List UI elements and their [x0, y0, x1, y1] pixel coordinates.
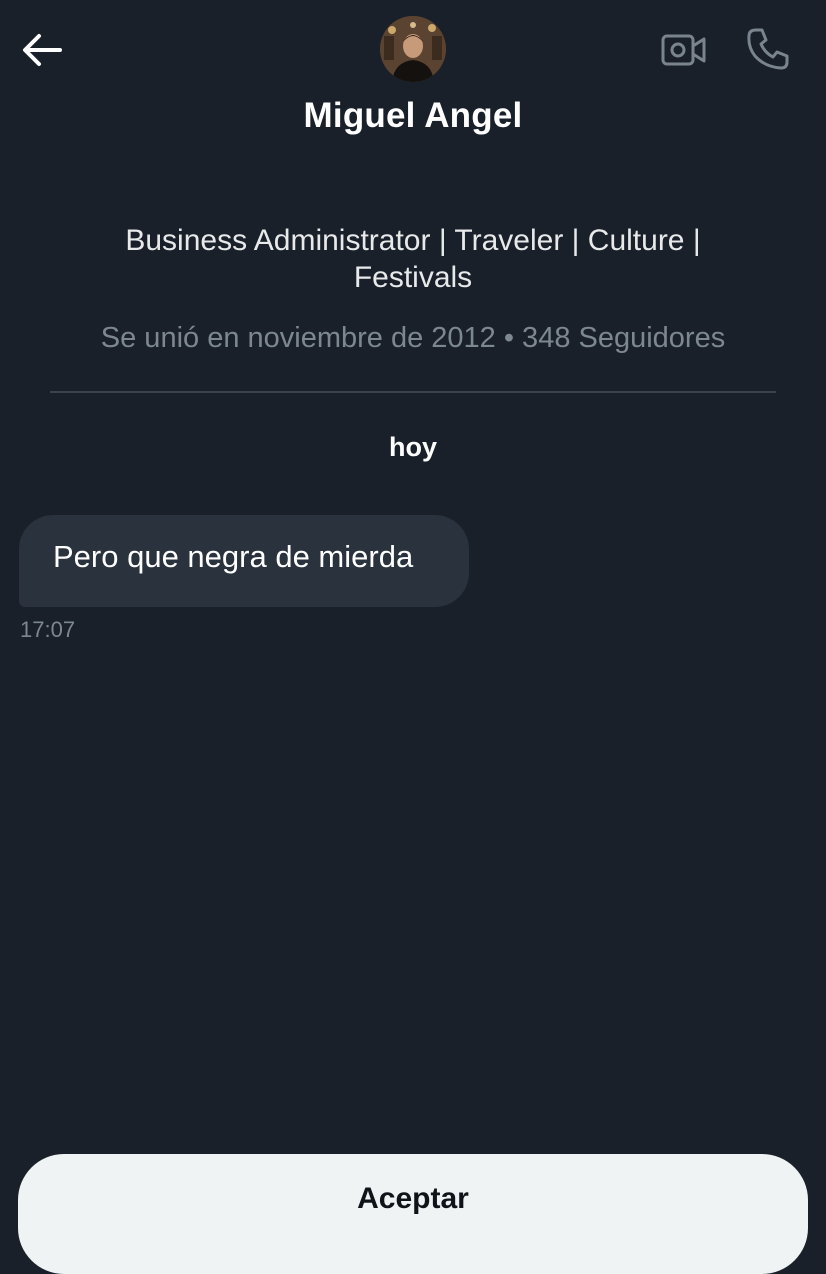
- call-button[interactable]: [740, 24, 796, 74]
- back-button[interactable]: [18, 26, 66, 74]
- profile-photo: [380, 16, 446, 82]
- phone-icon: [747, 28, 789, 70]
- video-camera-icon: [661, 34, 706, 66]
- message-bubble[interactable]: Pero que negra de mierda: [19, 515, 469, 607]
- contact-name[interactable]: Miguel Angel: [0, 96, 826, 136]
- accept-button[interactable]: Aceptar: [18, 1154, 808, 1274]
- divider: [50, 391, 776, 393]
- video-call-button[interactable]: [656, 26, 712, 74]
- avatar[interactable]: [380, 16, 446, 82]
- message-timestamp: 17:07: [20, 617, 76, 642]
- profile-bio: Business Administrator | Traveler | Cult…: [125, 224, 701, 294]
- profile-meta: Se unió en noviembre de 2012 • 348 Segui…: [100, 322, 726, 354]
- arrow-left-icon: [23, 34, 62, 66]
- date-separator: hoy: [388, 432, 437, 462]
